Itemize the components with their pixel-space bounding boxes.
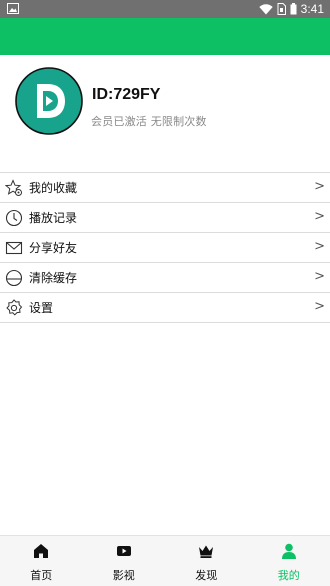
star-settings-icon [5, 178, 23, 197]
chevron-right-icon: > [314, 179, 325, 194]
status-icons: 3:41 [258, 0, 324, 18]
chevron-right-icon: > [314, 239, 325, 254]
menu-item-share[interactable]: 分享好友 > [0, 233, 330, 263]
user-id: ID:729FY [92, 86, 161, 103]
person-icon [281, 543, 297, 559]
chevron-right-icon: > [314, 269, 325, 284]
menu-label-history: 播放记录 [29, 211, 78, 225]
chevron-right-icon: > [314, 299, 325, 314]
tab-label-discover: 发现 [195, 569, 218, 582]
sim-card-icon [277, 3, 286, 15]
app-bar [0, 18, 330, 55]
menu-item-settings[interactable]: 设置 > [0, 293, 330, 323]
envelope-icon [5, 239, 23, 257]
menu-list: 我的收藏 > 播放记录 > 分享好友 > 清除缓存 > 设置 > [0, 172, 330, 323]
menu-item-history[interactable]: 播放记录 > [0, 203, 330, 233]
tab-mine[interactable]: 我的 [248, 536, 330, 586]
tab-label-mine: 我的 [277, 569, 300, 582]
tab-label-home: 首页 [30, 569, 53, 582]
gear-icon [5, 298, 23, 317]
bottom-tab-bar: 首页 影视 发现 我的 [0, 535, 330, 586]
tab-discover[interactable]: 发现 [165, 536, 248, 586]
membership-status: 会员已激活 无限制次数 [91, 115, 207, 128]
menu-label-share: 分享好友 [29, 241, 78, 255]
menu-item-favorites[interactable]: 我的收藏 > [0, 173, 330, 203]
profile-header: ID:729FY 会员已激活 无限制次数 [0, 55, 330, 173]
home-icon [33, 543, 49, 559]
chevron-right-icon: > [314, 209, 325, 224]
menu-item-clear-cache[interactable]: 清除缓存 > [0, 263, 330, 293]
video-icon [116, 543, 132, 559]
menu-label-settings: 设置 [29, 301, 54, 315]
clear-circle-icon [5, 269, 23, 287]
avatar[interactable] [15, 67, 83, 135]
crown-icon [198, 543, 214, 559]
image-notification-icon [7, 3, 19, 14]
status-bar: 3:41 [0, 0, 330, 18]
clock-time: 3:41 [300, 2, 324, 16]
menu-label-clear-cache: 清除缓存 [29, 271, 78, 285]
clock-icon [5, 209, 23, 227]
tab-video[interactable]: 影视 [83, 536, 166, 586]
battery-icon [290, 3, 297, 15]
menu-label-favorites: 我的收藏 [29, 181, 78, 195]
tab-home[interactable]: 首页 [0, 536, 83, 586]
wifi-icon [258, 3, 273, 14]
tab-label-video: 影视 [112, 569, 135, 582]
